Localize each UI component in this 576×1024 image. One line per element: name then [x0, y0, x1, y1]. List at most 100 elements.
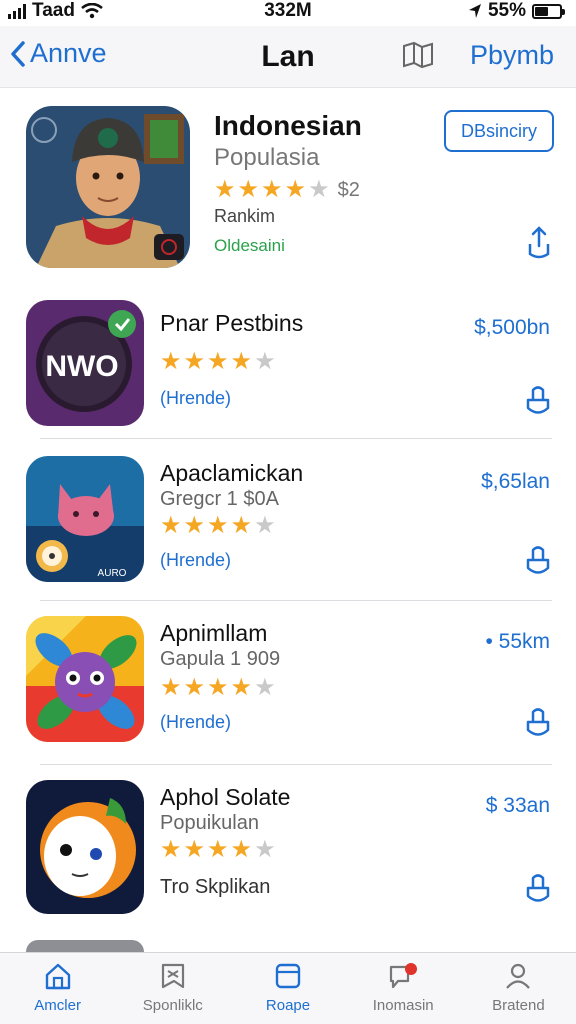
tab-notifications[interactable]: Inomasin — [346, 953, 461, 1024]
star-rating: ★ ★ ★ ★ ★ — [160, 350, 276, 374]
app-rating: ★ ★ ★ ★ ★ — [160, 838, 276, 862]
share-icon[interactable] — [524, 226, 554, 260]
app-icon — [26, 616, 144, 742]
battery-fill — [535, 6, 549, 16]
featured-app-rank: Rankim — [214, 206, 276, 226]
app-icon: NWO — [26, 300, 144, 426]
battery-icon — [532, 3, 565, 19]
list-item[interactable]: AURO Apaclamickan Gregcr 1 $0A ★ ★ ★ ★ ★ (Hr… — [0, 452, 576, 614]
battery-percent: 55% — [487, 0, 526, 21]
app-icon-text: AURO — [98, 568, 127, 579]
app-price-button[interactable]: $,500bn — [474, 316, 550, 340]
star-filled-icon: ★ — [230, 348, 253, 375]
featured-app-status: Oldesaini — [214, 236, 285, 255]
divider — [40, 438, 552, 439]
tab-bar: Amcler Sponliklc Roape Inomasin Bratend — [0, 952, 576, 1024]
star-filled-icon: ★ — [284, 176, 307, 203]
list-item[interactable]: NWO Pnar Pestbins ★ ★ ★ ★ ★ (Hrende) $,500bn — [0, 298, 576, 460]
notification-icon — [390, 963, 418, 989]
star-empty-icon: ★ — [254, 512, 276, 539]
tab-label: Inomasin — [372, 997, 434, 1014]
status-bar: Taad 332M 55% — [0, 0, 576, 26]
star-filled-icon: ★ — [230, 674, 253, 701]
star-filled-icon: ★ — [230, 836, 253, 863]
featured-app-rating: ★ ★ ★ ★ ★ $2 — [214, 178, 360, 202]
list-item[interactable]: Apnimllam Gapula 1 909 ★ ★ ★ ★ ★ (Hrende) • … — [0, 612, 576, 774]
feature-icon — [161, 963, 184, 989]
star-filled-icon: ★ — [207, 674, 229, 701]
featured-app-artwork — [26, 106, 190, 268]
app-rating: ★ ★ ★ ★ ★ — [160, 676, 276, 700]
featured-app-subtitle: Populasia — [214, 144, 320, 171]
tab-home[interactable]: Amcler — [0, 953, 115, 1024]
app-name: Pnar Pestbins — [160, 310, 304, 336]
tab-label: Roape — [265, 997, 311, 1014]
featured-app-title: Indonesian — [214, 110, 362, 141]
star-rating: ★ ★ ★ ★ ★ — [160, 676, 276, 700]
app-tag: (Hrende) — [160, 388, 232, 408]
star-filled-icon: ★ — [183, 674, 206, 701]
star-filled-icon: ★ — [237, 176, 260, 203]
star-filled-icon: ★ — [207, 512, 229, 539]
app-icon — [26, 780, 144, 914]
star-filled-icon: ★ — [160, 674, 182, 701]
featured-action-button[interactable]: DBsinciry — [444, 110, 554, 152]
list-item[interactable]: Aphol Solate Popuikulan ★ ★ ★ ★ ★ Tro Skplik… — [0, 776, 576, 938]
featured-app[interactable]: Indonesian Populasia ★ ★ ★ ★ ★ $2 Rankim Old… — [0, 100, 576, 272]
tab-featured[interactable]: Sponliklc — [115, 953, 230, 1024]
star-filled-icon: ★ — [160, 348, 182, 375]
download-icon[interactable] — [524, 706, 552, 740]
star-filled-icon: ★ — [214, 176, 236, 203]
app-tag: Tro Skplikan — [160, 876, 271, 898]
tab-profile[interactable]: Bratend — [461, 953, 576, 1024]
star-empty-icon: ★ — [254, 348, 276, 375]
star-filled-icon: ★ — [230, 512, 253, 539]
tab-label: Sponliklc — [142, 997, 203, 1014]
star-filled-icon: ★ — [183, 348, 206, 375]
app-name: Aphol Solate — [160, 784, 291, 810]
star-empty-icon: ★ — [254, 674, 276, 701]
nav-right-button[interactable]: Pbymb — [470, 40, 554, 71]
divider — [40, 764, 552, 765]
star-empty-icon: ★ — [308, 176, 330, 203]
app-rating: ★ ★ ★ ★ ★ — [160, 350, 276, 374]
star-filled-icon: ★ — [160, 512, 182, 539]
app-rating: ★ ★ ★ ★ ★ — [160, 514, 276, 538]
star-rating: ★ ★ ★ ★ ★ — [214, 178, 330, 202]
star-filled-icon: ★ — [261, 176, 283, 203]
divider — [40, 600, 552, 601]
app-icon: AURO — [26, 456, 144, 582]
app-tag: (Hrende) — [160, 712, 232, 732]
tab-label: Amcler — [34, 997, 81, 1014]
navigation-bar: Annve Lan Pbymb — [0, 26, 576, 88]
app-name: Apnimllam — [160, 620, 268, 646]
tab-apps[interactable]: Roape — [230, 953, 345, 1024]
app-tag: (Hrende) — [160, 550, 232, 570]
app-price-button[interactable]: $ 33an — [486, 794, 550, 818]
star-empty-icon: ★ — [254, 836, 276, 863]
star-filled-icon: ★ — [207, 348, 229, 375]
star-rating: ★ ★ ★ ★ ★ — [160, 514, 276, 538]
app-icon-text: NWO — [45, 350, 118, 383]
app-subtitle: Popuikulan — [160, 812, 259, 834]
app-subtitle: Gregcr 1 $0A — [160, 488, 279, 510]
app-price-button[interactable]: $,65lan — [481, 470, 550, 494]
app-subtitle: Gapula 1 909 — [160, 648, 281, 670]
home-icon — [45, 963, 70, 990]
star-filled-icon: ★ — [183, 836, 206, 863]
star-filled-icon: ★ — [183, 512, 206, 539]
profile-icon — [506, 963, 531, 989]
app-name: Apaclamickan — [160, 460, 304, 486]
star-filled-icon: ★ — [207, 836, 229, 863]
app-price-button[interactable]: • 55km — [485, 630, 550, 654]
battery-info: 55% — [468, 0, 565, 22]
download-icon[interactable] — [524, 544, 552, 578]
download-icon[interactable] — [524, 872, 552, 906]
download-icon[interactable] — [524, 384, 552, 418]
star-rating: ★ ★ ★ ★ ★ — [160, 838, 276, 862]
apps-icon — [275, 963, 301, 989]
star-filled-icon: ★ — [160, 836, 182, 863]
rating-count: $2 — [337, 178, 360, 201]
map-icon[interactable] — [400, 40, 436, 70]
tab-label: Bratend — [492, 997, 545, 1014]
